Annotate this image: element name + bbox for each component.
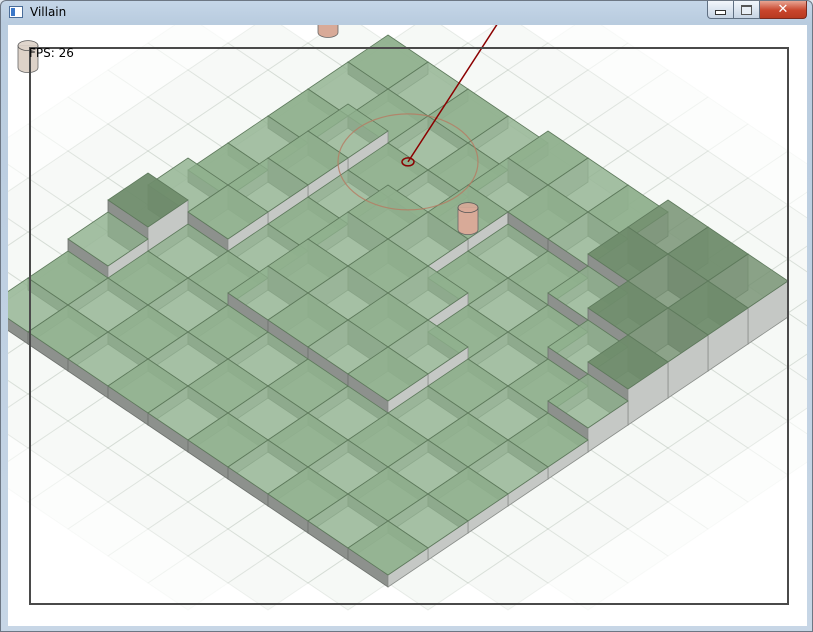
minimize-icon bbox=[715, 10, 726, 15]
application-window: Villain ✕ FPS: 26 bbox=[0, 0, 813, 632]
villain-1-token bbox=[317, 25, 339, 38]
maximize-button[interactable] bbox=[734, 1, 760, 19]
maximize-icon bbox=[741, 4, 752, 15]
token-body bbox=[317, 25, 339, 38]
viewport-frame bbox=[29, 47, 789, 605]
close-button[interactable]: ✕ bbox=[760, 1, 807, 19]
window-title: Villain bbox=[30, 5, 67, 19]
fps-counter: FPS: 26 bbox=[29, 46, 74, 60]
app-icon bbox=[9, 6, 23, 18]
minimize-button[interactable] bbox=[707, 1, 734, 19]
close-icon: ✕ bbox=[777, 1, 789, 17]
caption-buttons: ✕ bbox=[707, 1, 807, 19]
title-bar[interactable]: Villain ✕ bbox=[1, 1, 812, 25]
client-area: FPS: 26 bbox=[8, 25, 807, 626]
